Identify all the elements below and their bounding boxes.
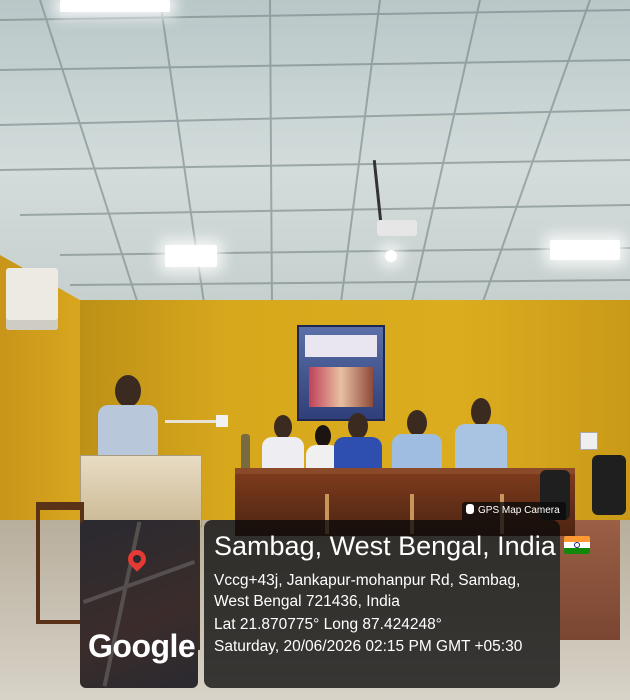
location-info-panel: Sambag, West Bengal, India Vccg+43j, Jan… [204, 520, 590, 688]
gps-stamp: Google Sambag, West Bengal, India Vccg+4… [80, 520, 590, 688]
ceiling-light [165, 245, 217, 267]
india-flag-icon [563, 536, 590, 554]
ceiling-grid [0, 0, 630, 310]
air-conditioner [6, 268, 58, 330]
datetime-text: Saturday, 20/06/2026 02:15 PM GMT +05:30 [214, 638, 523, 655]
banner-poster [297, 325, 385, 421]
ceiling-light [385, 250, 397, 262]
address-text: Vccg+43j, Jankapur-mohanpur Rd, Sambag, … [214, 572, 521, 610]
coordinates-text: Lat 21.870775° Long 87.424248° [214, 616, 442, 633]
panel-person [455, 398, 507, 475]
gps-app-name: GPS Map Camera [478, 505, 560, 516]
office-chair [592, 455, 626, 515]
speaker-person [98, 375, 158, 460]
projector [377, 220, 417, 236]
panel-person [334, 413, 382, 475]
gps-pin-icon [466, 504, 474, 514]
switchboard [216, 415, 228, 427]
ceiling-light [550, 240, 620, 260]
podium [80, 455, 202, 527]
panel-person [392, 410, 442, 475]
place-name: Sambag, West Bengal, India [214, 530, 590, 562]
google-logo: Google [88, 628, 196, 664]
ceiling [0, 0, 630, 310]
wooden-chair [36, 502, 84, 624]
ceiling-light [60, 0, 170, 12]
gps-app-badge: GPS Map Camera [462, 502, 566, 520]
panel-person [262, 415, 304, 475]
wall-switch [580, 432, 598, 450]
map-thumbnail: Google [80, 520, 198, 688]
